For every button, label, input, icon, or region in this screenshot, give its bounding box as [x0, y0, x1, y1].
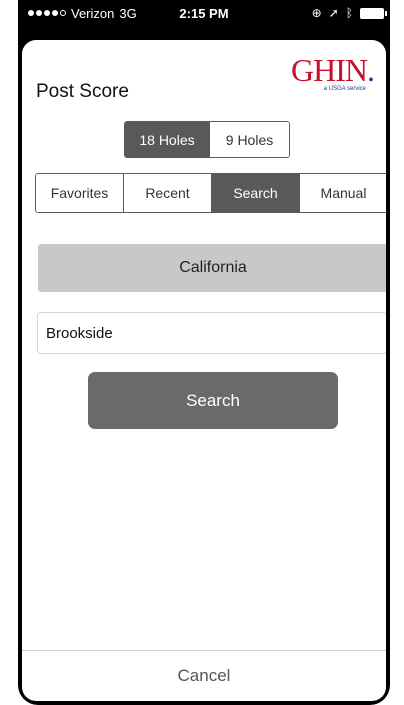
- toggle-9-holes[interactable]: 9 Holes: [209, 122, 289, 157]
- lock-rotation-icon: ⊕: [311, 6, 322, 20]
- location-arrow-icon: ➚: [328, 6, 339, 20]
- tab-search[interactable]: Search: [211, 174, 299, 212]
- tab-favorites[interactable]: Favorites: [36, 174, 123, 212]
- toggle-18-holes[interactable]: 18 Holes: [125, 122, 209, 157]
- course-name-input[interactable]: [37, 312, 386, 354]
- modal-header: Post Score GHIN. a USGA service: [22, 40, 386, 118]
- post-score-modal: Post Score GHIN. a USGA service 18 Holes…: [22, 40, 386, 701]
- source-tabs: Favorites Recent Search Manual: [35, 173, 386, 213]
- status-bar: Verizon 3G 2:15 PM ⊕ ➚ ᛒ: [18, 0, 390, 26]
- cancel-button[interactable]: Cancel: [22, 651, 386, 701]
- battery-icon: [360, 7, 387, 19]
- network-label: 3G: [119, 5, 137, 21]
- logo-text: GHIN: [291, 52, 368, 88]
- logo-dot: .: [367, 52, 375, 88]
- search-button[interactable]: Search: [88, 372, 338, 429]
- logo-wordmark: GHIN.: [291, 52, 375, 88]
- status-left: Verizon 3G: [28, 6, 137, 21]
- tab-manual[interactable]: Manual: [299, 174, 386, 212]
- carrier-label: Verizon: [71, 5, 115, 21]
- holes-toggle: 18 Holes 9 Holes: [124, 121, 290, 158]
- signal-strength-icon: [28, 10, 66, 16]
- tab-recent[interactable]: Recent: [123, 174, 211, 212]
- ghin-logo: GHIN. a USGA service: [291, 52, 375, 92]
- state-selector[interactable]: California: [38, 244, 386, 292]
- status-time: 2:15 PM: [179, 5, 229, 21]
- status-right: ⊕ ➚ ᛒ: [311, 6, 387, 20]
- bluetooth-icon: ᛒ: [345, 6, 353, 20]
- page-title: Post Score: [36, 81, 129, 102]
